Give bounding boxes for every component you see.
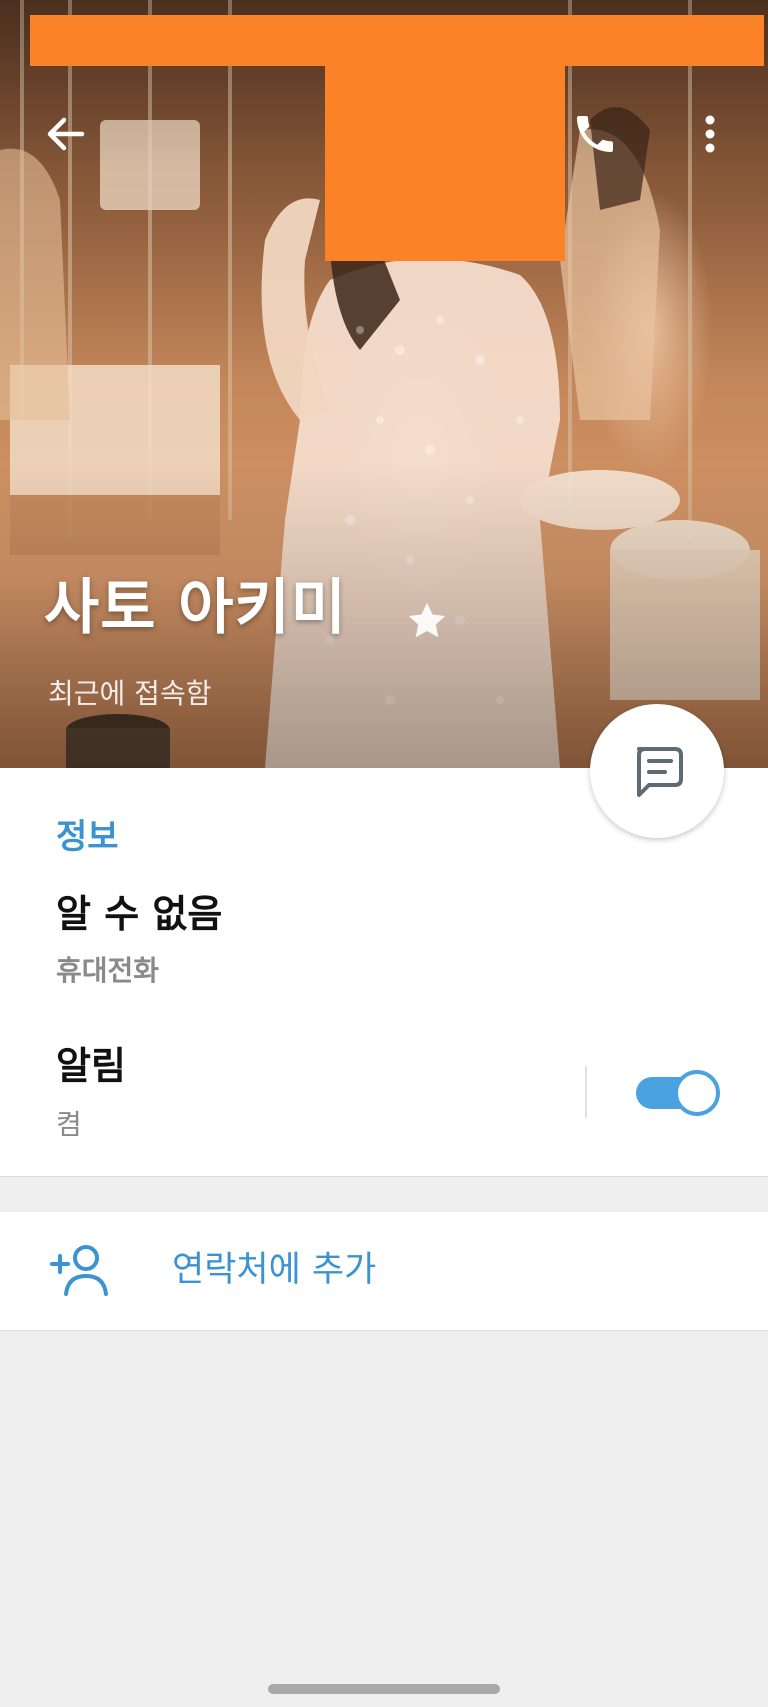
- phone-number-label: 휴대전화: [56, 954, 160, 987]
- redaction-block: [325, 66, 565, 261]
- message-icon: [637, 747, 683, 797]
- divider: [585, 1066, 587, 1118]
- arrow-left-icon: [47, 117, 85, 151]
- last-seen-status: 최근에 접속함: [48, 677, 212, 710]
- section-title: 정보: [56, 817, 119, 857]
- profile-screen: 사토 아키미 최근에 접속함 정보 알 수 없음 휴대전화 알림 켬 연락처에 …: [0, 0, 768, 1707]
- phone-icon: [577, 116, 613, 152]
- phone-number-value[interactable]: 알 수 없음: [56, 895, 222, 933]
- notifications-state: 켬: [56, 1108, 82, 1141]
- add-user-icon: [50, 1245, 108, 1296]
- more-vertical-icon: [705, 115, 715, 153]
- notifications-toggle[interactable]: [636, 1070, 720, 1116]
- profile-photo[interactable]: 사토 아키미 최근에 접속함: [0, 0, 768, 768]
- add-contact-row[interactable]: 연락처에 추가: [0, 1212, 768, 1331]
- toggle-knob: [674, 1070, 720, 1116]
- notifications-title[interactable]: 알림: [56, 1047, 126, 1085]
- add-contact-label: 연락처에 추가: [172, 1250, 377, 1290]
- redaction-bar: [30, 15, 764, 66]
- message-button[interactable]: [590, 704, 724, 838]
- back-button[interactable]: [36, 104, 96, 164]
- more-options-button[interactable]: [686, 104, 734, 164]
- home-indicator[interactable]: [268, 1684, 500, 1694]
- profile-name: 사토 아키미: [44, 573, 347, 643]
- star-icon: [408, 602, 446, 638]
- call-button[interactable]: [565, 104, 625, 164]
